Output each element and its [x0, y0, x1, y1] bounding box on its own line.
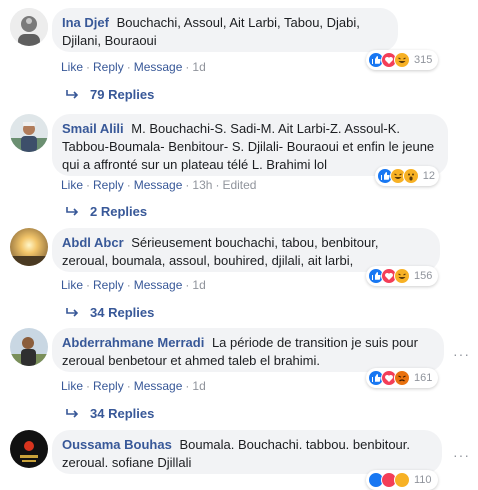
- comment-bubble: Abderrahmane Merradi La période de trans…: [52, 328, 444, 372]
- view-replies-link[interactable]: 79 Replies: [66, 87, 154, 102]
- reaction-summary[interactable]: 161: [366, 368, 438, 388]
- haha-icon: [394, 268, 410, 284]
- avatar[interactable]: [10, 8, 48, 46]
- like-link[interactable]: Like: [61, 60, 83, 74]
- replies-count[interactable]: 79 Replies: [90, 87, 154, 102]
- comment-actions: Like · Reply · Message · 1d: [61, 379, 206, 393]
- comment-timestamp[interactable]: 13h: [192, 178, 212, 192]
- comment-author[interactable]: Smail Alili: [62, 121, 124, 136]
- haha-icon: [394, 52, 410, 68]
- haha-icon: [394, 472, 410, 488]
- view-replies-link[interactable]: 34 Replies: [66, 305, 154, 320]
- reply-arrow-icon: [66, 408, 79, 418]
- comment-author[interactable]: Abdl Abcr: [62, 235, 124, 250]
- reaction-count: 110: [414, 474, 432, 486]
- reply-arrow-icon: [66, 89, 79, 99]
- comment-bubble: Oussama Bouhas Boumala. Bouchachi. tabbo…: [52, 430, 442, 474]
- like-link[interactable]: Like: [61, 178, 83, 192]
- comment-author[interactable]: Oussama Bouhas: [62, 437, 172, 452]
- angry-icon: [394, 370, 410, 386]
- edited-label[interactable]: Edited: [222, 178, 256, 192]
- like-link[interactable]: Like: [61, 379, 83, 393]
- wow-icon: [402, 168, 419, 184]
- reply-arrow-icon: [66, 206, 79, 216]
- reaction-count: 315: [414, 54, 433, 66]
- view-replies-link[interactable]: 34 Replies: [66, 406, 154, 421]
- reaction-summary[interactable]: 12: [375, 166, 439, 186]
- message-link[interactable]: Message: [134, 178, 183, 192]
- reply-link[interactable]: Reply: [93, 60, 124, 74]
- comment-bubble: Ina Djef Bouchachi, Assoul, Ait Larbi, T…: [52, 8, 398, 52]
- avatar[interactable]: [10, 114, 48, 152]
- comment-actions: Like · Reply · Message · 1d: [61, 60, 206, 74]
- replies-count[interactable]: 34 Replies: [90, 406, 154, 421]
- reaction-summary[interactable]: 156: [366, 266, 438, 286]
- comment-author[interactable]: Abderrahmane Merradi: [62, 335, 204, 350]
- reply-link[interactable]: Reply: [93, 178, 124, 192]
- view-replies-link[interactable]: 2 Replies: [66, 204, 147, 219]
- reaction-count: 161: [414, 372, 433, 384]
- message-link[interactable]: Message: [134, 379, 183, 393]
- reaction-summary[interactable]: 315: [366, 50, 438, 70]
- replies-count[interactable]: 34 Replies: [90, 305, 154, 320]
- comment-actions: Like · Reply · Message · 13h · Edited: [61, 178, 257, 192]
- comment-timestamp[interactable]: 1d: [192, 278, 205, 292]
- reaction-count: 156: [414, 270, 433, 282]
- reply-link[interactable]: Reply: [93, 278, 124, 292]
- avatar[interactable]: [10, 228, 48, 266]
- more-options-icon[interactable]: ···: [453, 346, 470, 362]
- reaction-summary[interactable]: 110: [366, 470, 438, 490]
- like-link[interactable]: Like: [61, 278, 83, 292]
- comment-author[interactable]: Ina Djef: [62, 15, 109, 30]
- comment-actions: Like · Reply · Message · 1d: [61, 278, 206, 292]
- avatar[interactable]: [10, 430, 48, 468]
- comment-timestamp[interactable]: 1d: [192, 60, 205, 74]
- replies-count[interactable]: 2 Replies: [90, 204, 147, 219]
- reply-arrow-icon: [66, 307, 79, 317]
- reply-link[interactable]: Reply: [93, 379, 124, 393]
- avatar[interactable]: [10, 328, 48, 366]
- message-link[interactable]: Message: [134, 278, 183, 292]
- more-options-icon[interactable]: ···: [453, 447, 470, 463]
- comment-timestamp[interactable]: 1d: [192, 379, 205, 393]
- message-link[interactable]: Message: [134, 60, 183, 74]
- reaction-count: 12: [422, 170, 436, 182]
